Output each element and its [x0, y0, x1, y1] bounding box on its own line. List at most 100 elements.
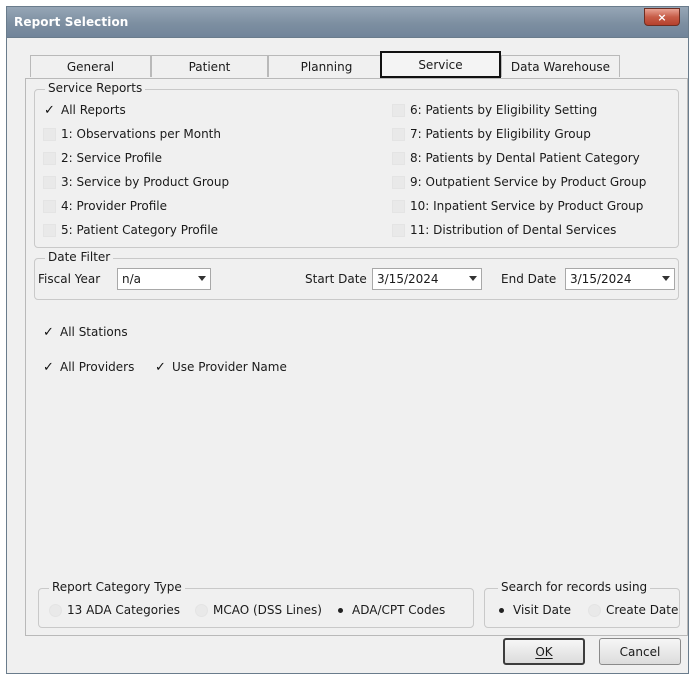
checkbox-report-3[interactable]: 3: Service by Product Group	[43, 175, 229, 189]
report-category-group: Report Category Type 13 ADA Categories M…	[38, 580, 474, 628]
checkbox-report-4[interactable]: 4: Provider Profile	[43, 199, 167, 213]
radio-visit-date[interactable]: Visit Date	[495, 603, 571, 617]
tab-patient-label: Patient	[188, 59, 231, 74]
radio-mcao-dss-lines[interactable]: MCAO (DSS Lines)	[195, 603, 322, 617]
checkbox-box	[43, 199, 56, 213]
checkbox-report-2[interactable]: 2: Service Profile	[43, 151, 162, 165]
tab-planning-label: Planning	[300, 59, 353, 74]
checkbox-box	[392, 151, 405, 165]
checkbox-report-5[interactable]: 5: Patient Category Profile	[43, 223, 218, 237]
checkbox-report-7[interactable]: 7: Patients by Eligibility Group	[392, 127, 591, 141]
checkbox-label: 11: Distribution of Dental Services	[410, 223, 617, 237]
checkbox-all-reports[interactable]: ✓ All Reports	[43, 102, 126, 118]
fiscal-year-label: Fiscal Year	[38, 272, 101, 286]
tab-general[interactable]: General	[30, 55, 151, 77]
ok-button[interactable]: OK	[503, 638, 585, 665]
radio-label: ADA/CPT Codes	[352, 603, 446, 617]
service-reports-group: Service Reports ✓ All Reports 1: Observat…	[34, 81, 679, 248]
radio-13-ada-categories[interactable]: 13 ADA Categories	[49, 603, 180, 617]
checkbox-label: 2: Service Profile	[61, 151, 162, 165]
checkbox-box: ✓	[43, 324, 54, 340]
checkbox-label: 8: Patients by Dental Patient Category	[410, 151, 640, 165]
checkbox-report-9[interactable]: 9: Outpatient Service by Product Group	[392, 175, 646, 189]
date-filter-legend: Date Filter	[45, 250, 114, 264]
checkbox-label: 1: Observations per Month	[61, 127, 221, 141]
radio-circle	[49, 603, 62, 617]
checkbox-label: Use Provider Name	[172, 360, 287, 374]
end-date-value: 3/15/2024	[570, 272, 632, 286]
start-date-value: 3/15/2024	[377, 272, 439, 286]
checkbox-label: 3: Service by Product Group	[61, 175, 230, 189]
checkbox-label: 4: Provider Profile	[61, 199, 168, 213]
checkbox-box	[43, 223, 56, 237]
radio-label: 13 ADA Categories	[67, 603, 181, 617]
tab-service[interactable]: Service	[380, 51, 501, 78]
date-filter-group: Date Filter Fiscal Year n/a Start Date 3…	[34, 250, 679, 300]
checkbox-label: 5: Patient Category Profile	[61, 223, 219, 237]
radio-circle	[195, 603, 208, 617]
tab-patient[interactable]: Patient	[151, 55, 268, 77]
radio-dot	[499, 607, 504, 613]
radio-label: MCAO (DSS Lines)	[213, 603, 322, 617]
checkbox-label: 6: Patients by Eligibility Setting	[410, 103, 598, 117]
start-date-picker[interactable]: 3/15/2024	[372, 268, 482, 290]
radio-label: Visit Date	[513, 603, 572, 617]
radio-circle	[495, 604, 508, 617]
checkbox-label: All Providers	[60, 360, 135, 374]
start-date-label: Start Date	[305, 272, 367, 286]
fiscal-year-select[interactable]: n/a	[117, 268, 211, 290]
checkbox-report-6[interactable]: 6: Patients by Eligibility Setting	[392, 103, 597, 117]
checkbox-box	[43, 175, 56, 189]
checkbox-report-10[interactable]: 10: Inpatient Service by Product Group	[392, 199, 643, 213]
checkbox-box	[392, 223, 405, 237]
checkbox-report-11[interactable]: 11: Distribution of Dental Services	[392, 223, 616, 237]
service-reports-legend: Service Reports	[45, 81, 146, 95]
checkbox-report-8[interactable]: 8: Patients by Dental Patient Category	[392, 151, 640, 165]
end-date-label: End Date	[501, 272, 557, 286]
checkbox-box	[392, 127, 405, 141]
checkbox-box: ✓	[155, 359, 166, 375]
checkbox-label: 9: Outpatient Service by Product Group	[410, 175, 647, 189]
checkbox-report-1[interactable]: 1: Observations per Month	[43, 127, 221, 141]
radio-create-date[interactable]: Create Date	[588, 603, 678, 617]
checkbox-label: 7: Patients by Eligibility Group	[410, 127, 591, 141]
ok-button-label: OK	[535, 644, 553, 659]
report-selection-dialog: Report Selection × General Patient Plann…	[6, 6, 689, 674]
tab-data-warehouse-label: Data Warehouse	[510, 59, 611, 74]
tab-planning[interactable]: Planning	[268, 55, 385, 77]
checkbox-box	[43, 127, 56, 141]
checkbox-box	[392, 199, 405, 213]
tab-strip: General Patient Planning Service Data Wa…	[30, 51, 626, 78]
tab-general-label: General	[66, 59, 115, 74]
tab-data-warehouse[interactable]: Data Warehouse	[501, 55, 620, 77]
radio-dot	[338, 607, 343, 613]
chevron-down-icon	[469, 276, 477, 281]
checkbox-box: ✓	[43, 359, 54, 375]
end-date-picker[interactable]: 3/15/2024	[565, 268, 675, 290]
window-title: Report Selection	[14, 15, 129, 29]
search-records-group: Search for records using Visit Date Crea…	[484, 580, 680, 628]
service-tab-panel: Service Reports ✓ All Reports 1: Observat…	[25, 78, 688, 636]
checkbox-label: 10: Inpatient Service by Product Group	[410, 199, 644, 213]
close-button[interactable]: ×	[644, 8, 680, 26]
radio-circle	[334, 604, 347, 617]
report-category-legend: Report Category Type	[49, 580, 185, 594]
checkbox-all-providers[interactable]: ✓ All Providers	[42, 359, 135, 375]
checkbox-box: ✓	[44, 102, 55, 118]
checkbox-all-stations[interactable]: ✓ All Stations	[42, 324, 128, 340]
title-bar[interactable]: Report Selection ×	[7, 7, 688, 38]
radio-label: Create Date	[606, 603, 679, 617]
tab-service-label: Service	[418, 57, 463, 72]
radio-ada-cpt-codes[interactable]: ADA/CPT Codes	[334, 603, 445, 617]
chevron-down-icon	[662, 276, 670, 281]
checkbox-label: All Reports	[61, 103, 126, 117]
cancel-button-label: Cancel	[619, 644, 661, 659]
close-icon: ×	[657, 10, 667, 24]
checkbox-box	[43, 151, 56, 165]
search-records-legend: Search for records using	[498, 580, 651, 594]
cancel-button[interactable]: Cancel	[599, 638, 681, 665]
checkbox-label: All Stations	[60, 325, 128, 339]
radio-circle	[588, 603, 601, 617]
checkbox-use-provider-name[interactable]: ✓ Use Provider Name	[154, 359, 287, 375]
checkbox-box	[392, 175, 405, 189]
